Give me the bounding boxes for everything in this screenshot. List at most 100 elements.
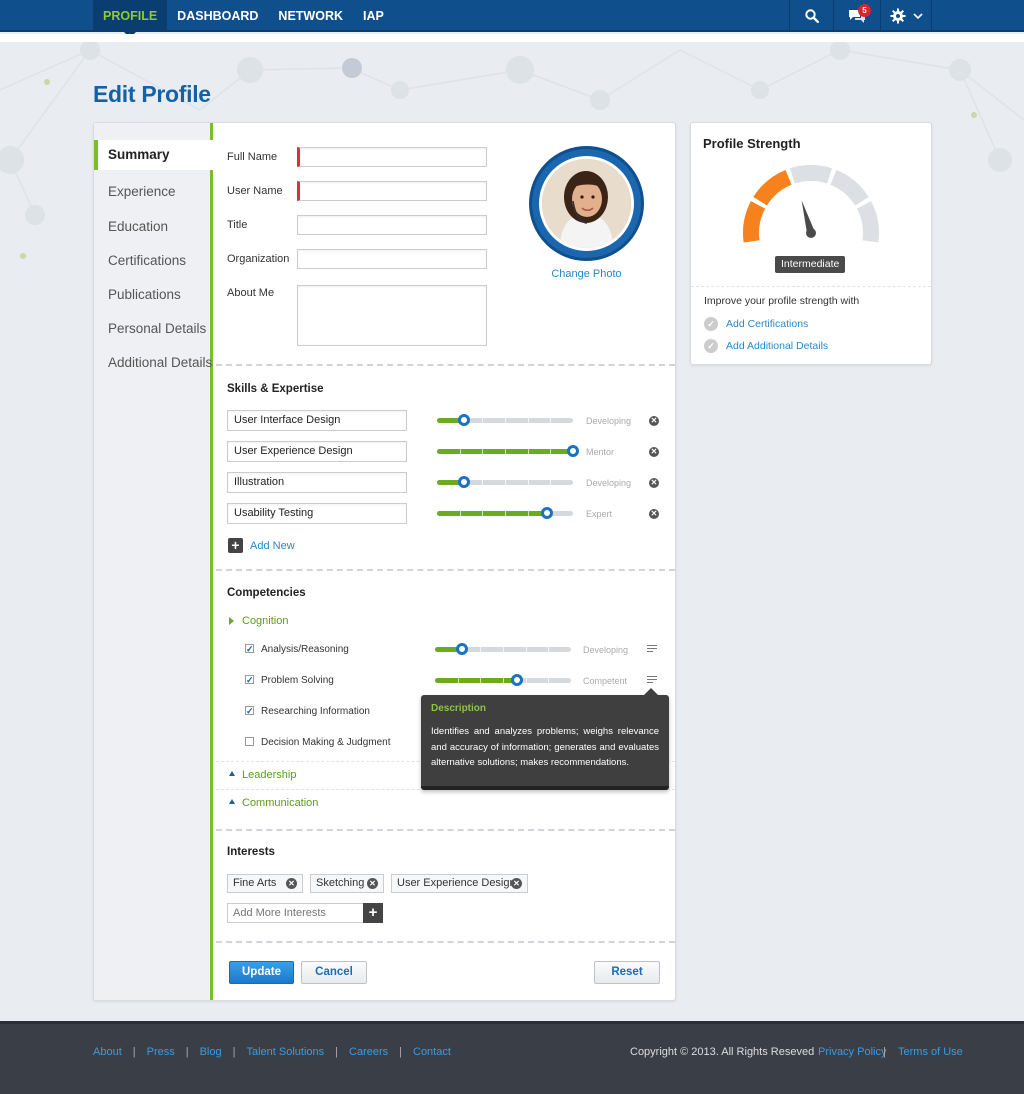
profile-strength-level: Intermediate bbox=[775, 256, 846, 273]
add-interest-button[interactable]: + bbox=[363, 903, 383, 923]
collapsed-caret-icon[interactable] bbox=[229, 771, 235, 776]
competency-checkbox[interactable]: ✓ bbox=[245, 675, 254, 685]
description-icon[interactable] bbox=[647, 676, 657, 684]
slider-handle[interactable] bbox=[458, 414, 470, 426]
competency-group-communication[interactable]: Communication bbox=[242, 797, 318, 809]
competency-checkbox[interactable]: ✓ bbox=[245, 644, 254, 654]
slider-handle[interactable] bbox=[541, 507, 553, 519]
sidenav-item-summary[interactable]: Summary bbox=[94, 140, 216, 170]
footer-link-careers[interactable]: Careers bbox=[349, 1046, 388, 1058]
slider-handle[interactable] bbox=[511, 674, 523, 686]
skill-level-slider[interactable] bbox=[437, 507, 573, 519]
skill-name-field[interactable]: User Experience Design bbox=[227, 441, 407, 462]
about-me-textarea[interactable] bbox=[297, 285, 487, 346]
slider-tick bbox=[480, 678, 481, 683]
nav-network[interactable]: NETWORK bbox=[268, 0, 353, 32]
description-icon-line bbox=[647, 651, 653, 652]
page-title: Edit Profile bbox=[93, 81, 211, 107]
add-icon[interactable]: + bbox=[228, 538, 243, 553]
footer-link-contact[interactable]: Contact bbox=[413, 1046, 451, 1058]
description-icon[interactable] bbox=[647, 645, 657, 653]
remove-skill-icon[interactable]: ✕ bbox=[649, 478, 659, 488]
sidenav-item-certifications[interactable]: Certifications bbox=[94, 246, 216, 276]
profile-strength-gauge bbox=[743, 165, 879, 243]
add-additional-details-link[interactable]: Add Additional Details bbox=[726, 340, 828, 352]
reset-button[interactable]: Reset bbox=[594, 961, 660, 984]
add-new-skill-link[interactable]: Add New bbox=[250, 540, 295, 552]
gauge-segment bbox=[856, 201, 879, 243]
sidenav-item-personal-details[interactable]: Personal Details bbox=[94, 314, 216, 344]
organization-input[interactable] bbox=[297, 249, 487, 269]
interest-tag: User Experience Design ✕ bbox=[391, 874, 528, 893]
add-interest-input[interactable] bbox=[227, 903, 365, 923]
remove-skill-icon[interactable]: ✕ bbox=[649, 416, 659, 426]
skill-name-field[interactable]: Usability Testing bbox=[227, 503, 407, 524]
search-button[interactable] bbox=[789, 0, 833, 32]
footer-link-talent-solutions[interactable]: Talent Solutions bbox=[246, 1046, 324, 1058]
slider-tick bbox=[482, 449, 483, 454]
remove-tag-icon[interactable]: ✕ bbox=[367, 878, 378, 889]
slider-tick bbox=[526, 647, 527, 652]
full-name-input[interactable] bbox=[297, 147, 487, 167]
terms-of-use-link[interactable]: Terms of Use bbox=[898, 1046, 963, 1058]
skill-level-slider[interactable] bbox=[437, 476, 573, 488]
privacy-policy-link[interactable]: Privacy Policy bbox=[818, 1046, 886, 1058]
edit-profile-card: Summary Experience Education Certificati… bbox=[93, 122, 676, 1001]
title-label: Title bbox=[227, 219, 248, 231]
update-button[interactable]: Update bbox=[229, 961, 294, 984]
skill-level-label: Developing bbox=[586, 478, 632, 488]
skill-level-slider[interactable] bbox=[437, 445, 579, 457]
competency-label: Analysis/Reasoning bbox=[261, 644, 349, 655]
title-input[interactable] bbox=[297, 215, 487, 235]
skill-name-field[interactable]: User Interface Design bbox=[227, 410, 407, 431]
sidenav-item-education[interactable]: Education bbox=[94, 212, 216, 242]
competency-checkbox[interactable] bbox=[245, 737, 254, 746]
sidenav-item-publications[interactable]: Publications bbox=[94, 280, 216, 310]
footer-link-about[interactable]: About bbox=[93, 1046, 122, 1058]
slider-handle[interactable] bbox=[458, 476, 470, 488]
sidenav-item-experience[interactable]: Experience bbox=[94, 177, 216, 207]
slider-handle[interactable] bbox=[456, 643, 468, 655]
nav-profile[interactable]: PROFILE bbox=[93, 0, 168, 38]
profile-sections-nav: Summary Experience Education Certificati… bbox=[94, 123, 216, 1000]
slider-tick bbox=[550, 449, 551, 454]
nav-iap[interactable]: IAP bbox=[353, 0, 394, 32]
subheader-strip bbox=[0, 34, 1024, 42]
competency-group-leadership[interactable]: Leadership bbox=[242, 769, 296, 781]
skill-name-field[interactable]: Illustration bbox=[227, 472, 407, 493]
sidenav-item-additional-details[interactable]: Additional Details bbox=[94, 348, 216, 378]
slider-tick bbox=[460, 511, 461, 516]
settings-button[interactable] bbox=[880, 0, 932, 32]
remove-tag-icon[interactable]: ✕ bbox=[511, 878, 522, 889]
skill-level-slider[interactable] bbox=[437, 414, 573, 426]
gauge-segment bbox=[789, 165, 833, 184]
slider-tick bbox=[482, 511, 483, 516]
collapsed-caret-icon[interactable] bbox=[229, 799, 235, 804]
footer-link-blog[interactable]: Blog bbox=[200, 1046, 222, 1058]
remove-skill-icon[interactable]: ✕ bbox=[649, 509, 659, 519]
remove-tag-icon[interactable]: ✕ bbox=[286, 878, 297, 889]
improve-text: Improve your profile strength with bbox=[704, 295, 860, 307]
footer: About | Press | Blog | Talent Solutions | Career… bbox=[0, 1021, 1024, 1094]
remove-skill-icon[interactable]: ✕ bbox=[649, 447, 659, 457]
user-name-input[interactable] bbox=[297, 181, 487, 201]
gear-icon bbox=[890, 8, 905, 24]
slider-handle[interactable] bbox=[567, 445, 579, 457]
messages-button[interactable]: 5 bbox=[833, 0, 880, 32]
competency-level-slider[interactable] bbox=[435, 643, 571, 655]
profile-strength-title: Profile Strength bbox=[703, 136, 801, 151]
slider-tick bbox=[548, 647, 549, 652]
footer-separator: | bbox=[883, 1046, 886, 1058]
profile-strength-card: Profile Strength Intermediate Improve yo… bbox=[690, 122, 932, 365]
profile-photo bbox=[529, 146, 644, 261]
change-photo-link[interactable]: Change Photo bbox=[529, 268, 644, 280]
competency-checkbox[interactable]: ✓ bbox=[245, 706, 254, 716]
expanded-caret-icon[interactable] bbox=[229, 617, 234, 625]
footer-link-press[interactable]: Press bbox=[147, 1046, 175, 1058]
nav-dashboard[interactable]: DASHBOARD bbox=[167, 0, 268, 32]
cancel-button[interactable]: Cancel bbox=[301, 961, 367, 984]
competency-level-slider[interactable] bbox=[435, 674, 571, 686]
add-certifications-link[interactable]: Add Certifications bbox=[726, 318, 808, 330]
competency-group-cognition[interactable]: Cognition bbox=[242, 615, 288, 627]
interest-tag: Sketching ✕ bbox=[310, 874, 384, 893]
